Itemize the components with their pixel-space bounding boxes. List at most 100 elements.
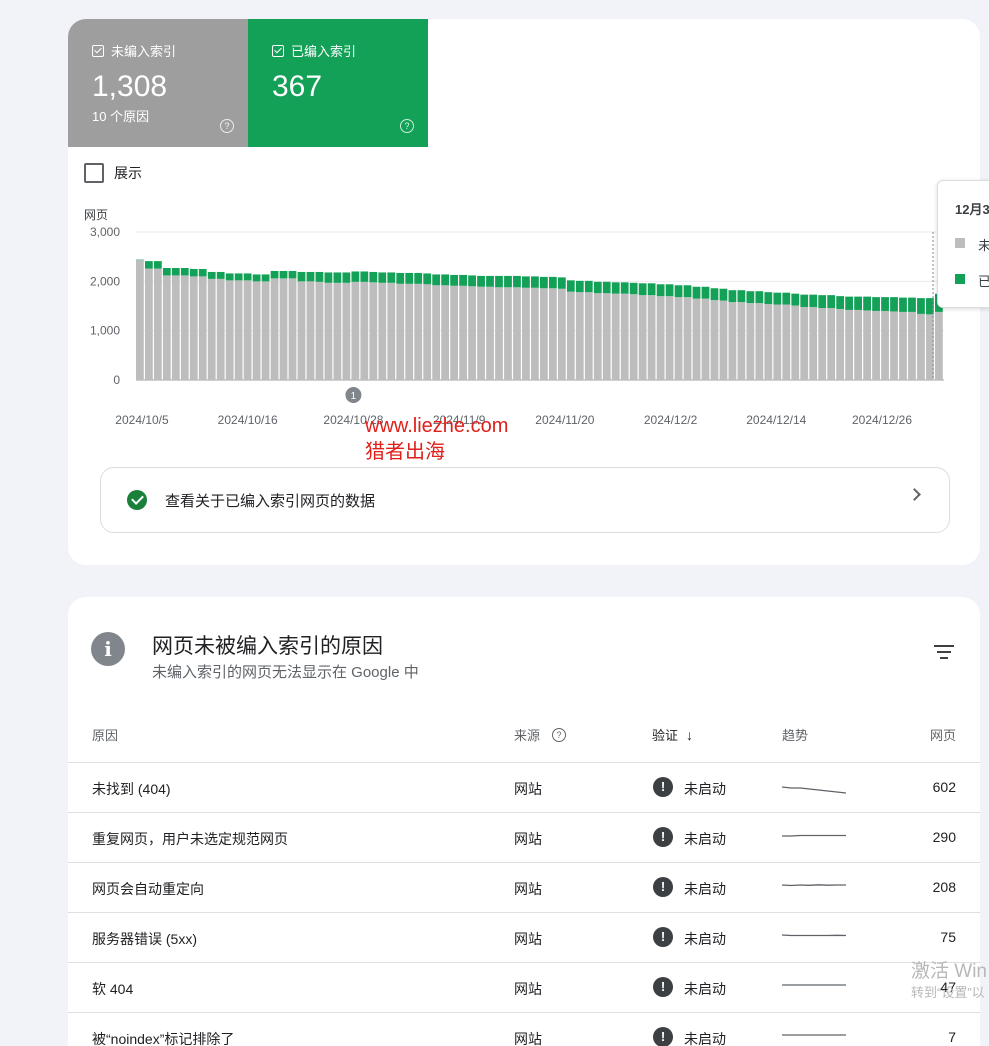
bar-indexed [800, 294, 809, 307]
bar-indexed [719, 288, 728, 301]
bar-indexed [189, 269, 198, 277]
bar-not-indexed [513, 287, 521, 380]
bar-indexed [234, 273, 243, 281]
x-tick-label: 2024/12/2 [644, 413, 698, 427]
bar-indexed [441, 274, 450, 286]
col-reason[interactable]: 原因 [92, 725, 118, 744]
col-source-label: 来源 [514, 728, 541, 743]
bar-not-indexed [261, 281, 270, 380]
bar-indexed [306, 271, 315, 282]
bar-indexed [611, 282, 620, 294]
bar-indexed [782, 292, 791, 305]
bar-indexed [620, 282, 629, 294]
table-row[interactable]: 服务器错误 (5xx) 网站! 未启动 75 [68, 913, 980, 963]
table-row[interactable]: 被“noindex”标记排除了 网站! 未启动 7 [68, 1013, 980, 1046]
bar-not-indexed [782, 304, 791, 380]
bar-not-indexed [351, 281, 360, 380]
bar-indexed [557, 277, 566, 289]
indexed-data-link-label: 查看关于已编入索引网页的数据 [165, 492, 376, 510]
bar-not-indexed [638, 295, 647, 380]
annotation-label: 1 [351, 391, 357, 402]
col-source[interactable]: 来源 ? [514, 725, 567, 744]
bar-indexed [548, 276, 557, 289]
bar-indexed [872, 297, 880, 311]
bar-indexed [773, 292, 782, 305]
table-row[interactable]: 网页会自动重定向 网站! 未启动 208 [68, 863, 980, 913]
alert-icon: ! [653, 827, 673, 847]
bar-indexed [351, 271, 360, 282]
y-axis-label: 网页 [84, 208, 108, 222]
bar-indexed [477, 275, 485, 287]
bar-indexed [495, 275, 503, 288]
bar-indexed [171, 268, 180, 276]
bar-indexed [279, 270, 288, 279]
col-validation[interactable]: 验证 ↓ [652, 725, 693, 744]
bar-indexed [764, 292, 773, 305]
bar-not-indexed [683, 297, 692, 380]
bar-indexed [602, 281, 611, 294]
bar-not-indexed [845, 309, 854, 380]
table-row[interactable]: 未找到 (404) 网站! 未启动 602 [68, 763, 980, 813]
bar-not-indexed [144, 268, 153, 380]
help-icon[interactable]: ? [552, 727, 567, 742]
trend-sparkline [781, 786, 847, 794]
bar-not-indexed [557, 288, 566, 380]
bar-indexed [324, 272, 333, 283]
table-row[interactable]: 软 404 网站! 未启动 47 [68, 963, 980, 1013]
tooltip-date: 12月3 [955, 202, 989, 217]
y-tick-label: 0 [113, 373, 120, 387]
indexed-data-link[interactable]: 查看关于已编入索引网页的数据 [100, 467, 950, 533]
bar-indexed [180, 268, 189, 276]
row-reason: 重复网页，用户未选定规范网页 [92, 831, 288, 847]
col-pages[interactable]: 网页 [930, 725, 956, 744]
row-source: 网站 [514, 981, 542, 997]
bar-indexed [270, 270, 279, 279]
bar-indexed [665, 284, 674, 297]
row-reason: 软 404 [92, 981, 134, 997]
bar-indexed [584, 280, 593, 293]
bar-not-indexed [342, 282, 351, 380]
bar-not-indexed [477, 286, 485, 380]
bar-not-indexed [387, 282, 396, 380]
bar-indexed [854, 296, 862, 310]
bar-not-indexed [450, 285, 458, 380]
reasons-title: 网页未被编入索引的原因 [152, 635, 383, 658]
bar-not-indexed [234, 280, 243, 380]
bar-not-indexed [602, 293, 611, 380]
row-pages: 75 [940, 929, 956, 945]
bar-not-indexed [306, 281, 315, 380]
bar-not-indexed [270, 278, 279, 380]
bar-not-indexed [908, 311, 916, 380]
bar-indexed [513, 275, 521, 288]
bar-indexed [917, 298, 925, 314]
bar-not-indexed [432, 285, 441, 380]
bar-indexed [225, 273, 234, 281]
bar-not-indexed [872, 310, 880, 380]
table-row[interactable]: 重复网页，用户未选定规范网页 网站! 未启动 290 [68, 813, 980, 863]
bar-not-indexed [441, 285, 450, 380]
x-tick-label: 2024/10/5 [115, 413, 169, 427]
chevron-right-icon [908, 488, 921, 501]
bar-not-indexed [611, 293, 620, 380]
bar-not-indexed [791, 305, 800, 380]
trend-sparkline [782, 984, 846, 986]
alert-icon: ! [653, 877, 673, 897]
row-status: 未启动 [684, 881, 726, 897]
bar-not-indexed [297, 281, 306, 380]
bar-indexed [791, 293, 800, 306]
bar-indexed [360, 271, 369, 282]
index-coverage-card: 未编入索引 1,308 10 个原因 ? 已编入索引 367 ? 展示 网页 3,… [68, 19, 980, 565]
bar-indexed [414, 272, 423, 284]
bar-indexed [369, 271, 378, 283]
bar-not-indexed [189, 276, 198, 380]
bar-not-indexed [881, 310, 889, 380]
bar-indexed [629, 282, 638, 295]
pages-chart[interactable]: 网页 3,000 2,000 1,000 0 2024/10/5 2024/10/16 202… [68, 19, 980, 439]
row-source: 网站 [514, 931, 542, 947]
bar-indexed [162, 268, 171, 276]
bar-indexed [638, 283, 647, 296]
windows-activation-watermark: 激活 Win 转到“设置”以 [911, 960, 987, 1002]
filter-icon[interactable] [934, 645, 954, 659]
row-status: 未启动 [684, 1031, 726, 1046]
bar-not-indexed [468, 286, 476, 380]
